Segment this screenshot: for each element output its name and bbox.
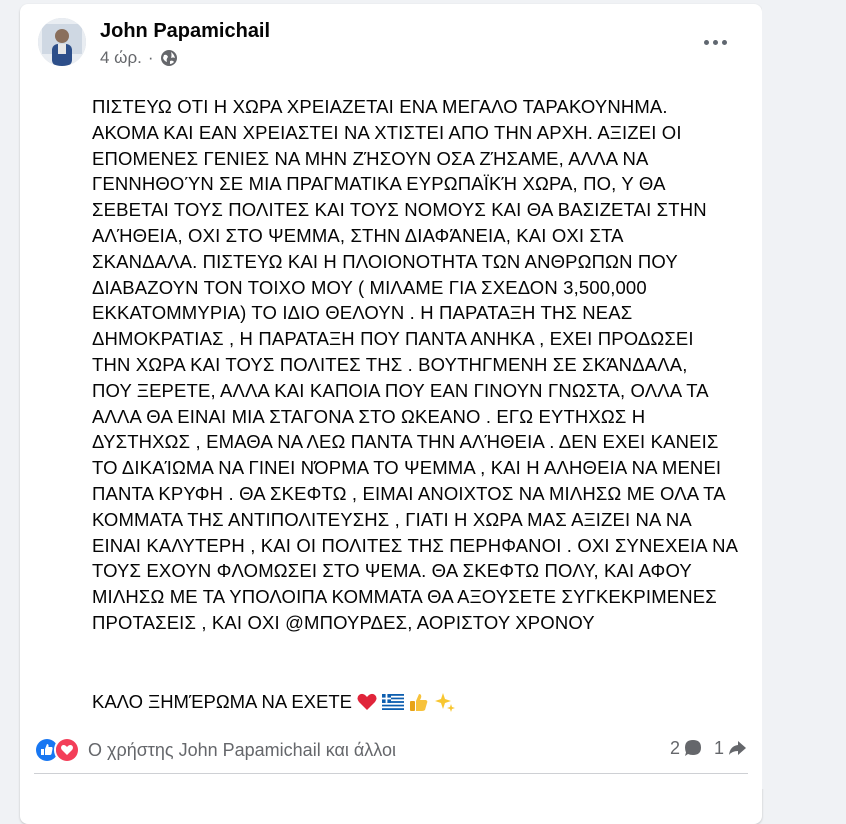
engagement-counts: 2 1 xyxy=(670,737,748,759)
post-time[interactable]: 4 ώρ. xyxy=(100,48,142,68)
meta-separator: · xyxy=(147,48,154,67)
more-options-icon[interactable] xyxy=(700,32,730,52)
sparkles-emoji-icon xyxy=(434,691,456,713)
reactions-text[interactable]: Ο χρήστης John Papamichail και άλλοι xyxy=(88,740,396,761)
globe-icon[interactable] xyxy=(160,49,178,67)
share-icon xyxy=(729,741,746,755)
reactions-bar: Ο χρήστης John Papamichail και άλλοι 2 1 xyxy=(34,737,748,763)
comments-count[interactable]: 2 xyxy=(670,737,704,759)
post-header: John Papamichail 4 ώρ. · xyxy=(34,14,748,78)
author-name[interactable]: John Papamichail xyxy=(100,20,270,43)
shares-count-value: 1 xyxy=(713,737,724,758)
comments-count-value: 2 xyxy=(669,737,680,758)
post-card: John Papamichail 4 ώρ. · ΠΙΣΤΕΥΩ ΟΤΙ Η Χ… xyxy=(20,4,762,824)
avatar-photo xyxy=(38,18,86,66)
love-reaction-icon xyxy=(54,737,80,763)
avatar[interactable] xyxy=(38,18,86,66)
actions-divider xyxy=(34,773,748,774)
post-closing: ΚΑΛΟ ΞΗΜΈΡΩΜΑ ΝΑ ΕΧΕΤΕ xyxy=(92,691,456,713)
post-text: ΠΙΣΤΕΥΩ ΟΤΙ Η ΧΩΡΑ ΧΡΕΙΑΖΕΤΑΙ ΕΝΑ ΜΕΓΑΛΟ… xyxy=(92,96,739,633)
closing-text: ΚΑΛΟ ΞΗΜΈΡΩΜΑ ΝΑ ΕΧΕΤΕ xyxy=(92,691,352,712)
shares-count[interactable]: 1 xyxy=(714,737,748,759)
reaction-icons[interactable] xyxy=(34,737,80,763)
greek-flag-emoji-icon xyxy=(382,691,404,713)
comment-icon xyxy=(684,740,701,756)
heart-emoji-icon xyxy=(356,691,378,713)
post-meta: 4 ώρ. · xyxy=(100,48,178,68)
thumbs-up-emoji-icon xyxy=(408,691,430,713)
page-background-right xyxy=(762,0,846,789)
